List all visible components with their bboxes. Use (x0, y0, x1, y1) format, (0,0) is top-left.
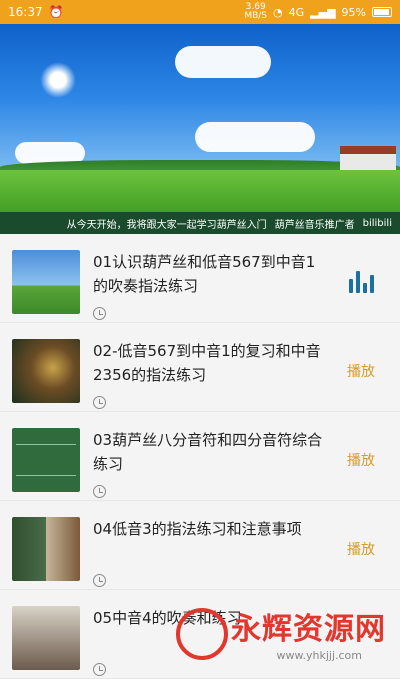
watermark-logo (176, 608, 228, 660)
clock-icon (93, 663, 106, 676)
item-title: 04低音3的指法练习和注意事项 (93, 520, 302, 538)
thumbnail[interactable] (12, 339, 80, 403)
play-button[interactable]: 播放 (334, 428, 388, 492)
list-item[interactable]: 01认识葫芦丝和低音567到中音1的吹奏指法练习 (0, 234, 400, 323)
equalizer-icon (348, 271, 374, 293)
status-time: 16:37 (8, 5, 43, 19)
network-type: 4G (288, 5, 305, 19)
list-item[interactable]: 04低音3的指法练习和注意事项 播放 (0, 501, 400, 590)
clock-icon (93, 485, 106, 498)
list-item[interactable]: 03葫芦丝八分音符和四分音符综合练习 播放 (0, 412, 400, 501)
play-button[interactable]: 播放 (334, 339, 388, 403)
item-title: 02-低音567到中音1的复习和中音2356的指法练习 (93, 342, 321, 384)
grass-field (0, 170, 400, 216)
status-bar: 16:37 ⏰ 3.69 MB/S ◔ 4G ▂▄▆ 95% (0, 0, 400, 24)
clock-icon (93, 396, 106, 409)
banner[interactable]: 从今天开始，我将跟大家一起学习葫芦丝入门 葫芦丝音乐推广者 bilibili (0, 24, 400, 234)
cloud-graphic (175, 46, 271, 78)
alarm-icon: ⏰ (48, 5, 64, 19)
thumbnail[interactable] (12, 428, 80, 492)
battery-icon (372, 7, 392, 17)
network-speed: 3.69 MB/S (244, 2, 268, 21)
item-title: 01认识葫芦丝和低音567到中音1的吹奏指法练习 (93, 253, 316, 295)
sun-graphic (40, 62, 76, 98)
signal-icon: ▂▄▆ (310, 5, 336, 19)
battery-percentage: 95% (341, 5, 366, 19)
thumbnail[interactable] (12, 517, 80, 581)
cloud-graphic (195, 122, 315, 152)
banner-caption: 从今天开始，我将跟大家一起学习葫芦丝入门 葫芦丝音乐推广者 bilibili (0, 212, 400, 234)
thumbnail[interactable] (12, 250, 80, 314)
list-item[interactable]: 02-低音567到中音1的复习和中音2356的指法练习 播放 (0, 323, 400, 412)
clock-icon (93, 574, 106, 587)
wifi-icon: ◔ (273, 5, 283, 19)
playing-indicator[interactable] (334, 250, 388, 314)
play-button[interactable]: 播放 (334, 517, 388, 581)
item-title: 03葫芦丝八分音符和四分音符综合练习 (93, 431, 323, 473)
watermark-url: www.yhkjjj.com (276, 649, 363, 662)
watermark-text: 永辉资源网 (231, 612, 386, 647)
clock-icon (93, 307, 106, 320)
thumbnail[interactable] (12, 606, 80, 670)
